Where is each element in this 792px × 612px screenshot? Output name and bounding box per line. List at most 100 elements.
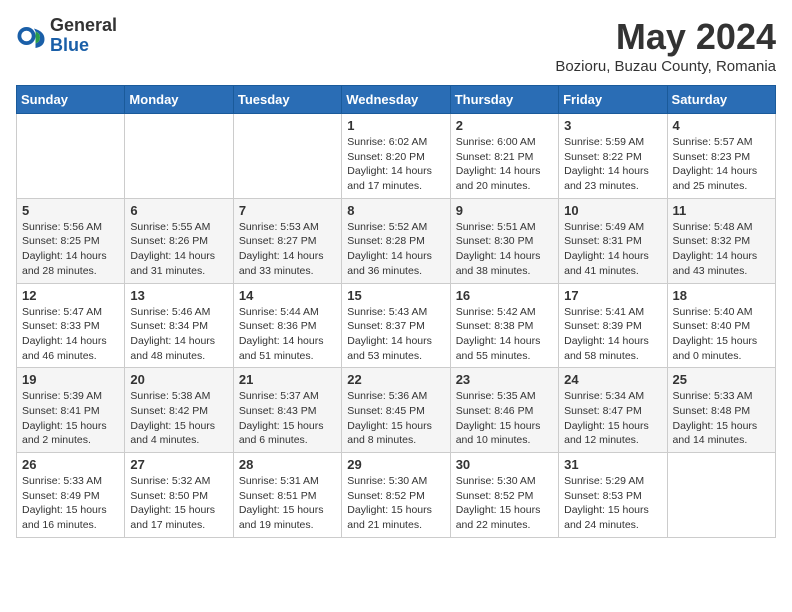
weekday-header-sunday: Sunday: [17, 86, 125, 114]
calendar-cell: 27 Sunrise: 5:32 AMSunset: 8:50 PMDayligh…: [125, 453, 233, 538]
day-number: 6: [130, 203, 227, 218]
calendar-cell: 23Sunrise: 5:35 AMSunset: 8:46 PMDayligh…: [450, 368, 558, 453]
day-info: Sunrise: 5:42 AMSunset: 8:38 PMDaylight:…: [456, 305, 553, 364]
day-info: Sunrise: 5:36 AMSunset: 8:45 PMDaylight:…: [347, 389, 444, 448]
day-info: Sunrise: 5:30 AMSunset: 8:52 PMDaylight:…: [456, 474, 553, 533]
calendar-body: 1 Sunrise: 6:02 AMSunset: 8:20 PMDaylight…: [17, 114, 776, 538]
weekday-row: SundayMondayTuesdayWednesdayThursdayFrid…: [17, 86, 776, 114]
calendar-cell: 5Sunrise: 5:56 AMSunset: 8:25 PMDaylight…: [17, 198, 125, 283]
calendar-week-5: 26Sunrise: 5:33 AMSunset: 8:49 PMDayligh…: [17, 453, 776, 538]
calendar-cell: 1 Sunrise: 6:02 AMSunset: 8:20 PMDaylight…: [342, 114, 450, 199]
page-header: General Blue May 2024 Bozioru, Buzau Cou…: [16, 16, 776, 75]
calendar-cell: [667, 453, 775, 538]
day-number: 27: [130, 457, 227, 472]
calendar-week-4: 19 Sunrise: 5:39 AMSunset: 8:41 PMDayligh…: [17, 368, 776, 453]
day-number: 25: [673, 372, 770, 387]
day-info: Sunrise: 5:37 AMSunset: 8:43 PMDaylight:…: [239, 389, 336, 448]
weekday-header-wednesday: Wednesday: [342, 86, 450, 114]
day-info: Sunrise: 5:32 AMSunset: 8:50 PMDaylight:…: [130, 474, 227, 533]
day-number: 18: [673, 288, 770, 303]
calendar-cell: 15 Sunrise: 5:43 AMSunset: 8:37 PMDayligh…: [342, 283, 450, 368]
day-number: 3: [564, 118, 661, 133]
day-info: Sunrise: 5:29 AMSunset: 8:53 PMDaylight:…: [564, 474, 661, 533]
day-info: Sunrise: 5:38 AMSunset: 8:42 PMDaylight:…: [130, 389, 227, 448]
day-number: 7: [239, 203, 336, 218]
day-number: 22: [347, 372, 444, 387]
title-block: May 2024 Bozioru, Buzau County, Romania: [555, 16, 776, 75]
calendar-week-2: 5Sunrise: 5:56 AMSunset: 8:25 PMDaylight…: [17, 198, 776, 283]
location: Bozioru, Buzau County, Romania: [555, 58, 776, 75]
calendar-cell: 28Sunrise: 5:31 AMSunset: 8:51 PMDayligh…: [233, 453, 341, 538]
calendar-cell: 12Sunrise: 5:47 AMSunset: 8:33 PMDayligh…: [17, 283, 125, 368]
day-info: Sunrise: 5:30 AMSunset: 8:52 PMDaylight:…: [347, 474, 444, 533]
day-number: 29: [347, 457, 444, 472]
day-info: Sunrise: 5:52 AMSunset: 8:28 PMDaylight:…: [347, 220, 444, 279]
day-number: 21: [239, 372, 336, 387]
calendar-table: SundayMondayTuesdayWednesdayThursdayFrid…: [16, 85, 776, 538]
calendar-cell: 25 Sunrise: 5:33 AMSunset: 8:48 PMDayligh…: [667, 368, 775, 453]
day-number: 15: [347, 288, 444, 303]
calendar-week-3: 12Sunrise: 5:47 AMSunset: 8:33 PMDayligh…: [17, 283, 776, 368]
day-info: Sunrise: 5:59 AMSunset: 8:22 PMDaylight:…: [564, 135, 661, 194]
calendar-cell: 30Sunrise: 5:30 AMSunset: 8:52 PMDayligh…: [450, 453, 558, 538]
calendar-cell: 10 Sunrise: 5:49 AMSunset: 8:31 PMDayligh…: [559, 198, 667, 283]
calendar-cell: 18 Sunrise: 5:40 AMSunset: 8:40 PMDayligh…: [667, 283, 775, 368]
day-info: Sunrise: 5:40 AMSunset: 8:40 PMDaylight:…: [673, 305, 770, 364]
calendar-cell: 13Sunrise: 5:46 AMSunset: 8:34 PMDayligh…: [125, 283, 233, 368]
day-number: 20: [130, 372, 227, 387]
day-number: 1: [347, 118, 444, 133]
day-info: Sunrise: 5:43 AMSunset: 8:37 PMDaylight:…: [347, 305, 444, 364]
day-number: 24: [564, 372, 661, 387]
calendar-cell: 3 Sunrise: 5:59 AMSunset: 8:22 PMDaylight…: [559, 114, 667, 199]
calendar-cell: [17, 114, 125, 199]
day-info: Sunrise: 5:53 AMSunset: 8:27 PMDaylight:…: [239, 220, 336, 279]
day-number: 14: [239, 288, 336, 303]
day-number: 17: [564, 288, 661, 303]
day-info: Sunrise: 6:00 AMSunset: 8:21 PMDaylight:…: [456, 135, 553, 194]
day-number: 28: [239, 457, 336, 472]
calendar-cell: 17 Sunrise: 5:41 AMSunset: 8:39 PMDayligh…: [559, 283, 667, 368]
day-info: Sunrise: 5:55 AMSunset: 8:26 PMDaylight:…: [130, 220, 227, 279]
logo-general: General: [50, 16, 117, 36]
calendar-cell: [125, 114, 233, 199]
day-number: 13: [130, 288, 227, 303]
day-number: 16: [456, 288, 553, 303]
calendar-cell: 31Sunrise: 5:29 AMSunset: 8:53 PMDayligh…: [559, 453, 667, 538]
calendar-header: SundayMondayTuesdayWednesdayThursdayFrid…: [17, 86, 776, 114]
day-info: Sunrise: 5:33 AMSunset: 8:49 PMDaylight:…: [22, 474, 119, 533]
day-info: Sunrise: 5:51 AMSunset: 8:30 PMDaylight:…: [456, 220, 553, 279]
day-info: Sunrise: 5:49 AMSunset: 8:31 PMDaylight:…: [564, 220, 661, 279]
day-info: Sunrise: 5:39 AMSunset: 8:41 PMDaylight:…: [22, 389, 119, 448]
day-number: 10: [564, 203, 661, 218]
day-info: Sunrise: 5:47 AMSunset: 8:33 PMDaylight:…: [22, 305, 119, 364]
calendar-cell: 4 Sunrise: 5:57 AMSunset: 8:23 PMDaylight…: [667, 114, 775, 199]
weekday-header-friday: Friday: [559, 86, 667, 114]
calendar-cell: 20 Sunrise: 5:38 AMSunset: 8:42 PMDayligh…: [125, 368, 233, 453]
month-title: May 2024: [555, 16, 776, 58]
day-info: Sunrise: 5:57 AMSunset: 8:23 PMDaylight:…: [673, 135, 770, 194]
day-number: 4: [673, 118, 770, 133]
calendar-cell: [233, 114, 341, 199]
day-info: Sunrise: 5:48 AMSunset: 8:32 PMDaylight:…: [673, 220, 770, 279]
day-info: Sunrise: 6:02 AMSunset: 8:20 PMDaylight:…: [347, 135, 444, 194]
calendar-cell: 16 Sunrise: 5:42 AMSunset: 8:38 PMDayligh…: [450, 283, 558, 368]
calendar-cell: 9Sunrise: 5:51 AMSunset: 8:30 PMDaylight…: [450, 198, 558, 283]
logo: General Blue: [16, 16, 117, 56]
day-info: Sunrise: 5:33 AMSunset: 8:48 PMDaylight:…: [673, 389, 770, 448]
calendar-cell: 29 Sunrise: 5:30 AMSunset: 8:52 PMDayligh…: [342, 453, 450, 538]
calendar-cell: 22 Sunrise: 5:36 AMSunset: 8:45 PMDayligh…: [342, 368, 450, 453]
calendar-cell: 14 Sunrise: 5:44 AMSunset: 8:36 PMDayligh…: [233, 283, 341, 368]
day-number: 2: [456, 118, 553, 133]
day-number: 5: [22, 203, 119, 218]
weekday-header-monday: Monday: [125, 86, 233, 114]
day-number: 19: [22, 372, 119, 387]
calendar-cell: 6 Sunrise: 5:55 AMSunset: 8:26 PMDaylight…: [125, 198, 233, 283]
calendar-cell: 21 Sunrise: 5:37 AMSunset: 8:43 PMDayligh…: [233, 368, 341, 453]
calendar-cell: 19 Sunrise: 5:39 AMSunset: 8:41 PMDayligh…: [17, 368, 125, 453]
calendar-cell: 24Sunrise: 5:34 AMSunset: 8:47 PMDayligh…: [559, 368, 667, 453]
logo-icon: [16, 21, 46, 51]
day-info: Sunrise: 5:44 AMSunset: 8:36 PMDaylight:…: [239, 305, 336, 364]
day-info: Sunrise: 5:41 AMSunset: 8:39 PMDaylight:…: [564, 305, 661, 364]
day-number: 23: [456, 372, 553, 387]
calendar-cell: 11Sunrise: 5:48 AMSunset: 8:32 PMDayligh…: [667, 198, 775, 283]
